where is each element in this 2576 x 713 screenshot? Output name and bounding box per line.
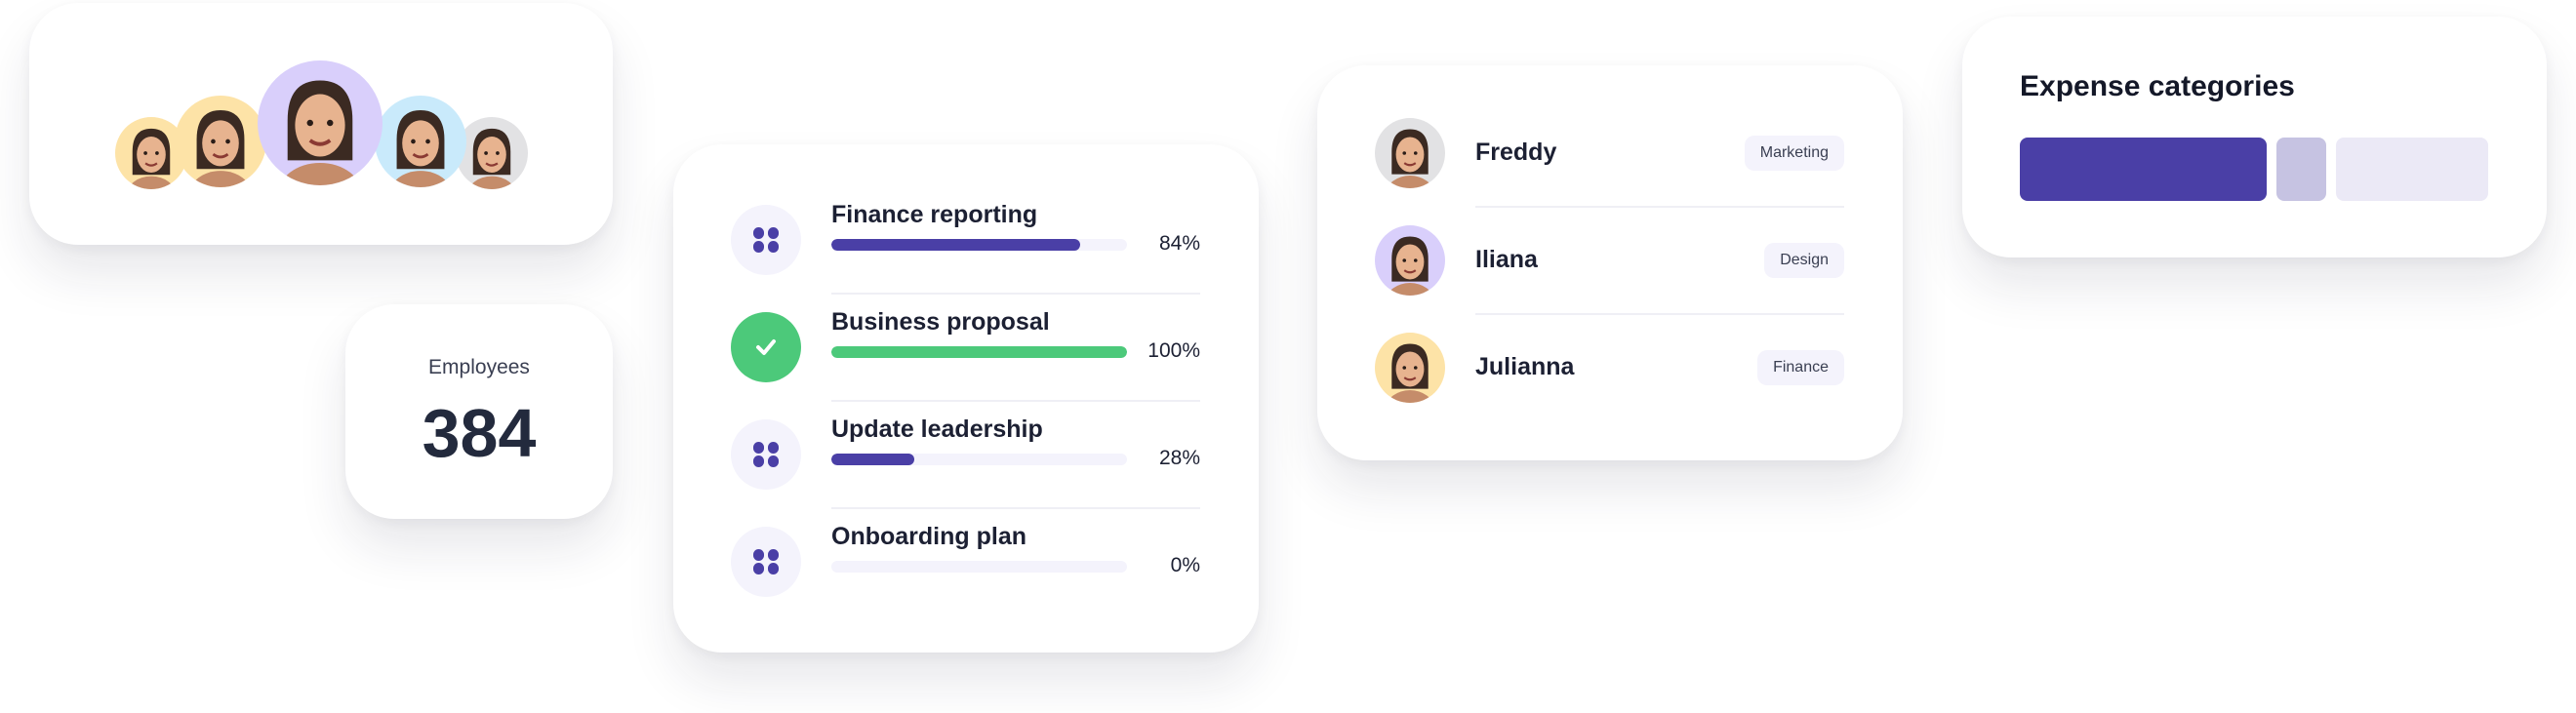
department-badge: Finance bbox=[1757, 350, 1844, 385]
expense-title: Expense categories bbox=[2020, 70, 2295, 102]
employees-label: Employees bbox=[428, 356, 530, 378]
person-row[interactable]: Iliana Design bbox=[1317, 207, 1903, 314]
expense-categories-card: Expense categories bbox=[1962, 17, 2547, 257]
check-icon bbox=[731, 312, 801, 382]
task-progress-fill bbox=[831, 454, 914, 465]
task-progress-bar bbox=[831, 561, 1127, 573]
person-name: Freddy bbox=[1475, 139, 1557, 166]
tasks-card: Finance reporting 84% Business proposal 100… bbox=[673, 144, 1259, 653]
task-percent: 100% bbox=[1147, 339, 1200, 362]
task-progress-bar bbox=[831, 346, 1127, 358]
avatar-5 bbox=[456, 117, 528, 189]
task-progress-fill bbox=[831, 346, 1127, 358]
avatar-4 bbox=[375, 96, 466, 187]
department-badge: Marketing bbox=[1744, 136, 1844, 171]
person-avatar bbox=[1375, 225, 1445, 296]
task-title: Update leadership bbox=[831, 416, 1043, 443]
task-progress-bar bbox=[831, 454, 1127, 465]
task-row[interactable]: Onboarding plan 0% bbox=[673, 503, 1259, 611]
task-row[interactable]: Update leadership 28% bbox=[673, 396, 1259, 503]
person-row[interactable]: Julianna Finance bbox=[1317, 314, 1903, 421]
person-row[interactable]: Freddy Marketing bbox=[1317, 99, 1903, 207]
avatar-3 bbox=[258, 60, 382, 185]
task-title: Onboarding plan bbox=[831, 523, 1026, 550]
task-title: Business proposal bbox=[831, 308, 1050, 336]
grid-icon bbox=[731, 205, 801, 275]
task-percent: 0% bbox=[1170, 554, 1200, 576]
grid-icon bbox=[731, 419, 801, 490]
person-name: Julianna bbox=[1475, 353, 1575, 380]
task-row[interactable]: Finance reporting 84% bbox=[673, 181, 1259, 289]
employees-count: 384 bbox=[422, 395, 537, 471]
expense-segment[interactable] bbox=[2276, 138, 2326, 201]
expense-segment[interactable] bbox=[2020, 138, 2267, 201]
task-percent: 28% bbox=[1158, 447, 1200, 469]
task-row[interactable]: Business proposal 100% bbox=[673, 289, 1259, 396]
task-title: Finance reporting bbox=[831, 201, 1038, 228]
people-card: Freddy Marketing Iliana Design Julianna Finan… bbox=[1317, 65, 1903, 460]
department-badge: Design bbox=[1764, 243, 1844, 278]
expense-segment[interactable] bbox=[2335, 138, 2488, 201]
person-avatar bbox=[1375, 118, 1445, 188]
team-avatars-card bbox=[29, 3, 613, 245]
expense-bar bbox=[2020, 138, 2488, 201]
task-progress-bar bbox=[831, 239, 1127, 251]
task-percent: 84% bbox=[1158, 232, 1200, 255]
avatar-2 bbox=[175, 96, 266, 187]
person-name: Iliana bbox=[1475, 246, 1538, 273]
task-progress-fill bbox=[831, 239, 1080, 251]
grid-icon bbox=[731, 527, 801, 597]
person-avatar bbox=[1375, 333, 1445, 403]
employees-card: Employees 384 bbox=[345, 304, 613, 519]
